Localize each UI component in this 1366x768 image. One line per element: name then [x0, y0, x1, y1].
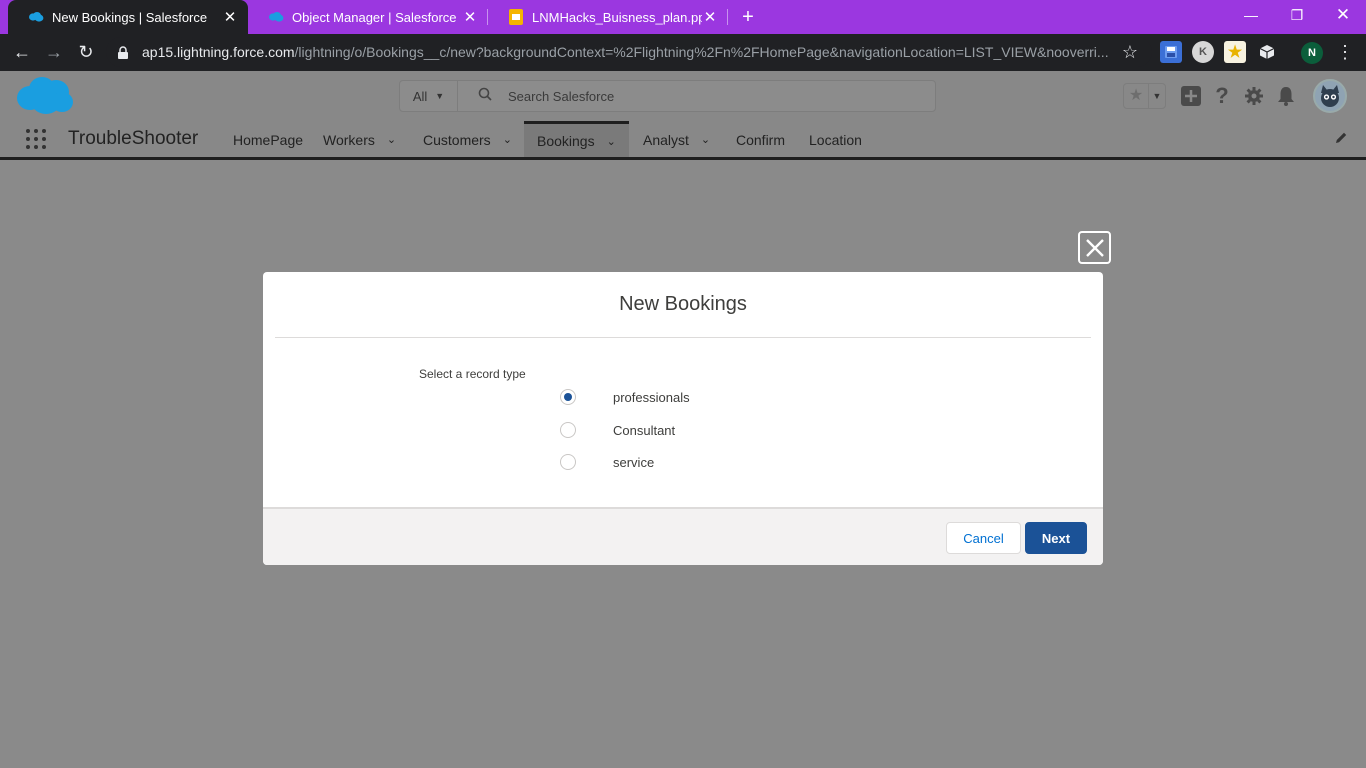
address-bar[interactable]: ap15.lightning.force.com/lightning/o/Boo…: [106, 37, 1152, 67]
favorites-dropdown-icon[interactable]: ▼: [1148, 84, 1165, 108]
radio-label: Consultant: [613, 422, 676, 438]
edit-nav-pencil-icon[interactable]: [1334, 131, 1350, 147]
star-extension-icon[interactable]: ★: [1224, 41, 1246, 63]
search-icon: [478, 87, 492, 106]
chevron-down-icon[interactable]: ⌄: [607, 135, 616, 148]
modal-title: New Bookings: [275, 272, 1091, 338]
nav-item-confirm[interactable]: Confirm: [736, 121, 785, 158]
reload-button[interactable]: ↻: [74, 40, 98, 64]
global-actions-plus-icon[interactable]: [1180, 85, 1202, 107]
record-type-label: Select a record type: [419, 367, 526, 381]
tab-separator: [727, 9, 728, 25]
chevron-down-icon[interactable]: ⌄: [701, 133, 710, 146]
profile-avatar[interactable]: N: [1301, 42, 1323, 64]
app-launcher-icon[interactable]: [24, 127, 48, 151]
record-type-option-consultant[interactable]: Consultant: [560, 422, 675, 438]
next-button[interactable]: Next: [1025, 522, 1087, 554]
close-tab-icon[interactable]: ✕: [462, 8, 478, 26]
salesforce-logo[interactable]: [16, 76, 74, 116]
star-icon: ★: [1128, 87, 1144, 104]
chevron-down-icon[interactable]: ⌄: [503, 133, 512, 146]
radio-label: professionals: [613, 389, 690, 405]
tab-title: New Bookings | Salesforce: [52, 9, 208, 25]
lock-icon: [118, 45, 130, 59]
nav-item-label: Workers: [323, 131, 375, 148]
salesforce-global-header: All ▼ ★ ▼ ?: [0, 71, 1366, 121]
slides-icon: [508, 9, 524, 25]
browser-tab-strip: New Bookings | Salesforce ✕ Object Manag…: [0, 0, 1366, 34]
close-tab-icon[interactable]: ✕: [702, 8, 718, 26]
cube-extension-icon[interactable]: [1256, 41, 1278, 63]
nav-item-customers[interactable]: Customers ⌄: [423, 121, 512, 158]
save-extension-icon[interactable]: [1160, 41, 1182, 63]
url-text: ap15.lightning.force.com/lightning/o/Boo…: [142, 44, 1120, 60]
browser-toolbar: ← → ↻ ap15.lightning.force.com/lightning…: [0, 34, 1366, 71]
nav-item-homepage[interactable]: HomePage: [233, 121, 303, 158]
setup-gear-icon[interactable]: [1243, 85, 1265, 107]
search-scope-dropdown[interactable]: All ▼: [400, 81, 458, 111]
nav-item-analyst[interactable]: Analyst ⌄: [643, 121, 710, 158]
nav-item-label: HomePage: [233, 131, 304, 148]
user-avatar[interactable]: [1313, 79, 1347, 113]
nav-item-label: Location: [809, 131, 862, 148]
nav-item-bookings[interactable]: Bookings ⌄: [524, 121, 629, 158]
restore-button[interactable]: ❐: [1274, 0, 1320, 30]
browser-tab-slides[interactable]: LNMHacks_Buisness_plan.pptx - ( ✕: [488, 0, 728, 34]
search-box: [458, 81, 935, 111]
global-search: All ▼: [399, 80, 936, 112]
chevron-down-icon[interactable]: ⌄: [387, 133, 396, 146]
nav-item-label: Confirm: [736, 131, 786, 148]
search-input[interactable]: [508, 88, 908, 104]
url-path: /lightning/o/Bookings__c/new?backgroundC…: [294, 44, 1109, 60]
close-tab-icon[interactable]: ✕: [222, 8, 238, 26]
browser-tab-new-bookings[interactable]: New Bookings | Salesforce ✕: [8, 0, 248, 34]
salesforce-cloud-icon: [28, 9, 44, 25]
modal-body: Select a record type professionals Consu…: [263, 338, 1103, 508]
close-window-button[interactable]: ✕: [1320, 0, 1366, 30]
record-type-option-professionals[interactable]: professionals: [560, 389, 690, 405]
notifications-bell-icon[interactable]: [1275, 85, 1297, 107]
app-name: TroubleShooter: [68, 128, 199, 149]
salesforce-cloud-icon: [268, 9, 284, 25]
modal-footer: Cancel Next: [263, 507, 1103, 565]
back-button[interactable]: ←: [10, 40, 34, 64]
cancel-button[interactable]: Cancel: [946, 522, 1021, 554]
minimize-button[interactable]: —: [1228, 0, 1274, 30]
radio-button[interactable]: [560, 389, 576, 405]
radio-label: service: [613, 454, 655, 470]
favorites-button[interactable]: ★ ▼: [1123, 83, 1166, 109]
url-host: ap15.lightning.force.com: [142, 44, 295, 60]
new-tab-button[interactable]: +: [737, 5, 759, 29]
extension-k-icon[interactable]: K: [1192, 41, 1214, 63]
new-bookings-modal: New Bookings Select a record type profes…: [263, 272, 1103, 565]
tab-title: Object Manager | Salesforce: [292, 9, 457, 25]
bookmark-star-icon[interactable]: ☆: [1120, 42, 1140, 63]
tab-title: LNMHacks_Buisness_plan.pptx - (: [532, 9, 702, 25]
caret-down-icon: ▼: [435, 91, 445, 101]
search-scope-label: All: [412, 88, 428, 104]
record-type-option-service[interactable]: service: [560, 454, 654, 470]
modal-close-button[interactable]: [1078, 231, 1111, 264]
radio-button[interactable]: [560, 422, 576, 438]
nav-item-label: Bookings: [537, 133, 595, 149]
forward-button[interactable]: →: [42, 40, 66, 64]
help-icon[interactable]: ?: [1211, 83, 1233, 108]
close-icon: [1085, 238, 1104, 257]
nav-item-workers[interactable]: Workers ⌄: [323, 121, 396, 158]
radio-button[interactable]: [560, 454, 576, 470]
nav-item-location[interactable]: Location: [809, 121, 862, 158]
browser-menu-icon[interactable]: ⋮: [1336, 41, 1354, 63]
app-navigation-bar: TroubleShooter HomePage Workers ⌄ Custom…: [0, 121, 1366, 158]
browser-tab-object-manager[interactable]: Object Manager | Salesforce ✕: [248, 0, 488, 34]
nav-item-label: Customers: [423, 131, 491, 148]
nav-item-label: Analyst: [643, 131, 689, 148]
